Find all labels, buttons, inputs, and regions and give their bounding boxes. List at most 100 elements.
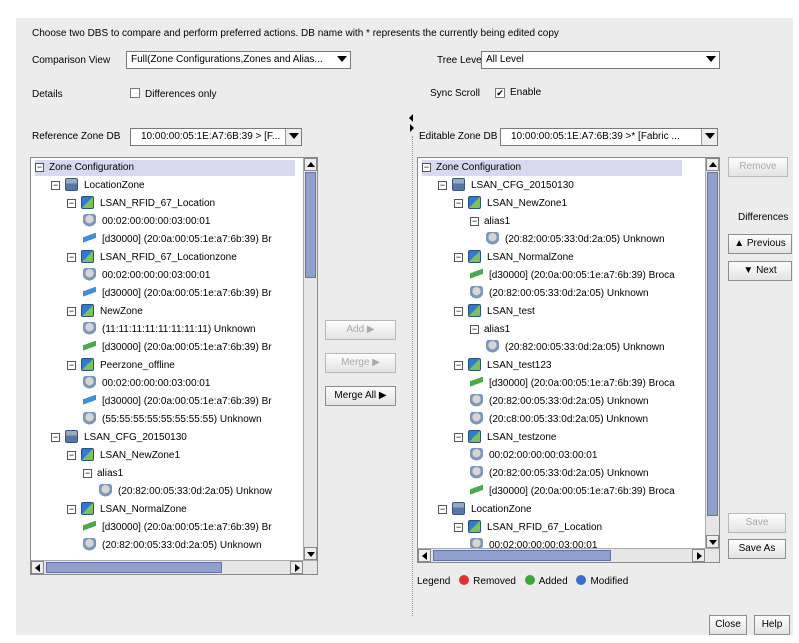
horizontal-scrollbar[interactable]: [418, 548, 719, 562]
merge-button[interactable]: Merge ▶: [325, 353, 396, 373]
tree-node[interactable]: (20:82:00:05:33:0d:2a:05) Unknown: [83, 538, 262, 554]
tree-node[interactable]: [d30000] (20:0a:00:05:1e:a7:6b:39) Broca: [470, 268, 675, 284]
collapse-icon[interactable]: −: [51, 433, 60, 442]
tree-node[interactable]: (20:c8:00:05:33:0d:2a:05) Unknown: [470, 412, 648, 428]
reference-zone-db-dropdown[interactable]: 10:00:00:05:1E:A7:6B:39 > [F...: [130, 128, 302, 146]
tree-node[interactable]: − LocationZone: [438, 502, 532, 518]
tree-node[interactable]: − NewZone: [67, 304, 143, 320]
horizontal-scrollbar[interactable]: [31, 560, 317, 574]
tree-node[interactable]: [d30000] (20:0a:00:05:1e:a7:6b:39) Broca: [470, 484, 675, 500]
tree-node[interactable]: − LSAN_testzone: [454, 430, 557, 446]
collapse-icon[interactable]: −: [83, 469, 92, 478]
save-as-button[interactable]: Save As: [728, 539, 786, 559]
tree-node[interactable]: − alias1: [470, 322, 510, 338]
scroll-right-button[interactable]: [692, 549, 705, 562]
tree-level-dropdown[interactable]: All Level: [481, 51, 720, 69]
tree-node[interactable]: [d30000] (20:0a:00:05:1e:a7:6b:39) Br: [83, 232, 272, 248]
tree-node[interactable]: − LSAN_NormalZone: [67, 502, 187, 518]
splitter-divider[interactable]: [412, 136, 413, 616]
sync-scroll-enable-checkbox[interactable]: ✔ Enable: [495, 87, 541, 98]
tree-node[interactable]: (20:82:00:05:33:0d:2a:05) Unknown: [470, 394, 649, 410]
tree-node[interactable]: − alias1: [470, 214, 510, 230]
comparison-view-dropdown[interactable]: Full(Zone Configurations,Zones and Alias…: [126, 51, 351, 69]
tree-node[interactable]: − LSAN_NewZone1: [454, 196, 567, 212]
tree-node[interactable]: [d30000] (20:0a:00:05:1e:a7:6b:39) Br: [83, 286, 272, 302]
help-button[interactable]: Help: [754, 615, 790, 635]
tree-node[interactable]: [d30000] (20:0a:00:05:1e:a7:6b:39) Br: [83, 340, 272, 356]
tree-node[interactable]: − LSAN_NormalZone: [454, 250, 574, 266]
collapse-icon[interactable]: −: [67, 361, 76, 370]
collapse-icon[interactable]: −: [470, 217, 479, 226]
collapse-icon[interactable]: −: [438, 505, 447, 514]
scroll-left-button[interactable]: [418, 549, 431, 562]
vertical-scrollbar[interactable]: [303, 158, 317, 560]
tree-node[interactable]: − LSAN_test: [454, 304, 535, 320]
tree-node[interactable]: − LSAN_RFID_67_Location: [454, 520, 602, 536]
collapse-icon[interactable]: −: [454, 199, 463, 208]
tree-node[interactable]: [d30000] (20:0a:00:05:1e:a7:6b:39) Br: [83, 394, 272, 410]
next-difference-button[interactable]: ▼ Next: [728, 261, 792, 281]
tree-node[interactable]: − LSAN_test123: [454, 358, 552, 374]
scroll-thumb[interactable]: [433, 550, 611, 561]
scroll-thumb[interactable]: [707, 172, 718, 516]
differences-only-checkbox[interactable]: Differences only: [130, 88, 217, 100]
scroll-down-button[interactable]: [706, 535, 719, 548]
remove-button[interactable]: Remove: [728, 157, 788, 177]
tree-node[interactable]: − LocationZone: [51, 178, 145, 194]
tree-node[interactable]: 00:02:00:00:00:03:00:01: [83, 376, 210, 392]
collapse-icon[interactable]: −: [67, 505, 76, 514]
splitter-left-arrow-icon[interactable]: [409, 114, 413, 122]
tree-node[interactable]: − alias1: [83, 466, 123, 482]
tree-node[interactable]: − Zone Configuration: [35, 160, 295, 176]
editable-zone-db-dropdown[interactable]: 10:00:00:05:1E:A7:6B:39 >* [Fabric ...: [500, 128, 718, 146]
save-button[interactable]: Save: [728, 513, 786, 533]
scroll-thumb[interactable]: [46, 562, 222, 573]
tree-node[interactable]: − LSAN_RFID_67_Location: [67, 196, 215, 212]
add-button[interactable]: Add ▶: [325, 320, 396, 340]
collapse-icon[interactable]: −: [67, 307, 76, 316]
tree-node[interactable]: − LSAN_NewZone1: [67, 448, 180, 464]
tree-node[interactable]: − LSAN_CFG_20150130: [438, 178, 574, 194]
tree-node[interactable]: − Peerzone_offline: [67, 358, 175, 374]
tree-node[interactable]: (20:82:00:05:33:0d:2a:05) Unknown: [470, 466, 649, 482]
editable-zone-tree[interactable]: − Zone Configuration − LSAN_CFG_20150130 − LS…: [417, 157, 720, 563]
tree-node[interactable]: (20:82:00:05:33:0d:2a:05) Unknown: [486, 340, 665, 356]
previous-difference-button[interactable]: ▲ Previous: [728, 234, 792, 254]
scroll-thumb[interactable]: [305, 172, 316, 278]
vertical-scrollbar[interactable]: [705, 158, 719, 548]
tree-node[interactable]: (11:11:11:11:11:11:11:11) Unknown: [83, 322, 256, 338]
collapse-icon[interactable]: −: [454, 523, 463, 532]
tree-node[interactable]: [d30000] (20:0a:00:05:1e:a7:6b:39) Broca: [470, 376, 675, 392]
collapse-icon[interactable]: −: [67, 253, 76, 262]
scroll-up-button[interactable]: [304, 158, 317, 171]
collapse-icon[interactable]: −: [67, 451, 76, 460]
collapse-icon[interactable]: −: [454, 307, 463, 316]
collapse-icon[interactable]: −: [51, 181, 60, 190]
collapse-icon[interactable]: −: [438, 181, 447, 190]
tree-node[interactable]: (55:55:55:55:55:55:55:55) Unknown: [83, 412, 262, 428]
scroll-right-button[interactable]: [290, 561, 303, 574]
reference-zone-tree[interactable]: − Zone Configuration − LocationZone − LSAN_RF…: [30, 157, 318, 575]
collapse-icon[interactable]: −: [454, 361, 463, 370]
scroll-up-button[interactable]: [706, 158, 719, 171]
collapse-icon[interactable]: −: [422, 163, 431, 172]
tree-node[interactable]: 00:02:00:00:00:03:00:01: [83, 268, 210, 284]
scroll-left-button[interactable]: [31, 561, 44, 574]
tree-node[interactable]: − LSAN_CFG_20150130: [51, 430, 187, 446]
tree-node[interactable]: 00:02:00:00:00:03:00:01: [470, 448, 597, 464]
tree-node[interactable]: [d30000] (20:0a:00:05:1e:a7:6b:39) Br: [83, 520, 272, 536]
tree-node[interactable]: − Zone Configuration: [422, 160, 682, 176]
collapse-icon[interactable]: −: [470, 325, 479, 334]
collapse-icon[interactable]: −: [67, 199, 76, 208]
tree-node[interactable]: 00:02:00:00:00:03:00:01: [83, 214, 210, 230]
splitter-right-arrow-icon[interactable]: [410, 124, 414, 132]
collapse-icon[interactable]: −: [35, 163, 44, 172]
scroll-down-button[interactable]: [304, 547, 317, 560]
close-button[interactable]: Close: [709, 615, 747, 635]
tree-node[interactable]: − LSAN_RFID_67_Locationzone: [67, 250, 237, 266]
collapse-icon[interactable]: −: [454, 433, 463, 442]
tree-node[interactable]: (20:82:00:05:33:0d:2a:05) Unknown: [486, 232, 665, 248]
merge-all-button[interactable]: Merge All ▶: [325, 386, 396, 406]
tree-node[interactable]: (20:82:00:05:33:0d:2a:05) Unknow: [99, 484, 272, 500]
tree-node[interactable]: (20:82:00:05:33:0d:2a:05) Unknown: [470, 286, 649, 302]
